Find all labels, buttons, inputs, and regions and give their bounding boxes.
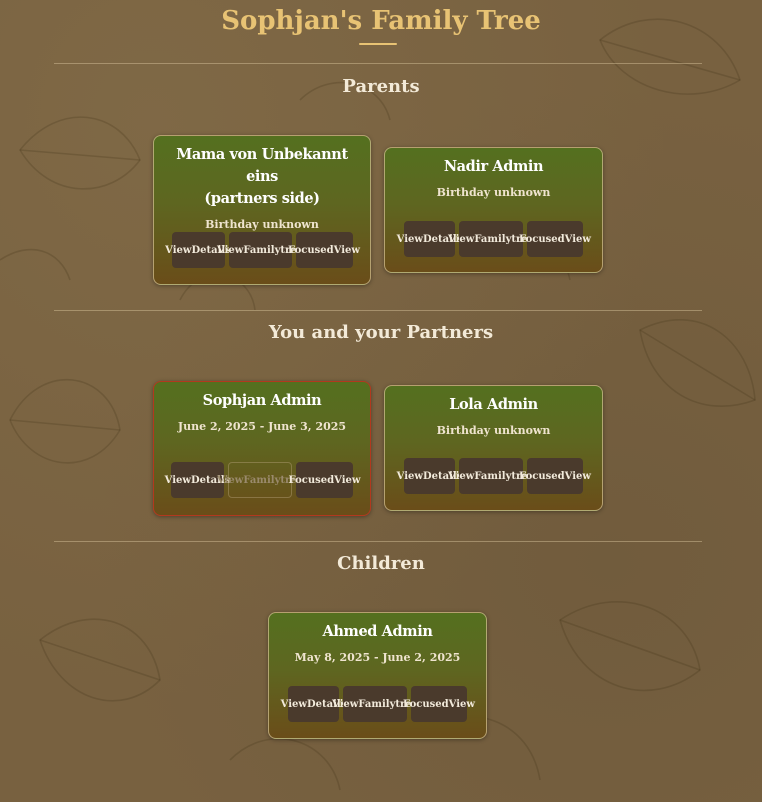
person-date: Birthday unknown [436,186,551,199]
view-familytree-button-disabled: View Familytree [217,462,303,498]
person-name: Nadir Admin [443,158,544,175]
person-name: Ahmed Admin [322,623,433,640]
person-date: June 2, 2025 - June 3, 2025 [177,420,347,433]
focused-view-button[interactable]: Focused View [519,221,591,257]
page-title: Sophjan's Family Tree [221,6,541,36]
person-card-sophjan[interactable]: Sophjan Admin June 2, 2025 - June 3, 202… [153,381,371,516]
focused-view-button[interactable]: Focused View [289,462,360,498]
person-date: Birthday unknown [205,218,319,231]
person-name: Mama von Unbekannt eins (partners side) [176,146,348,207]
section-divider [54,63,702,64]
section-divider [54,541,702,542]
person-name: Sophjan Admin [202,392,322,409]
section-title-parents: Parents [342,76,420,97]
view-familytree-button[interactable]: View Familytree [217,232,303,268]
view-familytree-button[interactable]: View Familytree [332,686,418,722]
person-date: May 8, 2025 - June 2, 2025 [294,651,461,664]
person-name: Lola Admin [449,396,538,413]
focused-view-button[interactable]: Focused View [403,686,475,722]
section-title-children: Children [337,553,425,574]
title-underline [359,43,397,45]
section-divider [54,310,702,311]
section-title-partners: You and your Partners [268,322,494,343]
person-card-nadir[interactable]: Nadir Admin Birthday unknown View Details… [384,147,603,273]
focused-view-button[interactable]: Focused View [288,232,360,268]
person-date: Birthday unknown [436,424,551,437]
person-card-lola[interactable]: Lola Admin Birthday unknown View Details … [384,385,603,511]
person-card-mama[interactable]: Mama von Unbekannt eins (partners side) … [153,135,371,285]
person-card-ahmed[interactable]: Ahmed Admin May 8, 2025 - June 2, 2025 V… [268,612,487,739]
view-familytree-button[interactable]: View Familytree [448,221,534,257]
focused-view-button[interactable]: Focused View [519,458,591,494]
view-familytree-button[interactable]: View Familytree [448,458,534,494]
family-tree-page: Sophjan's Family Tree Parents Mama von U… [0,0,762,802]
